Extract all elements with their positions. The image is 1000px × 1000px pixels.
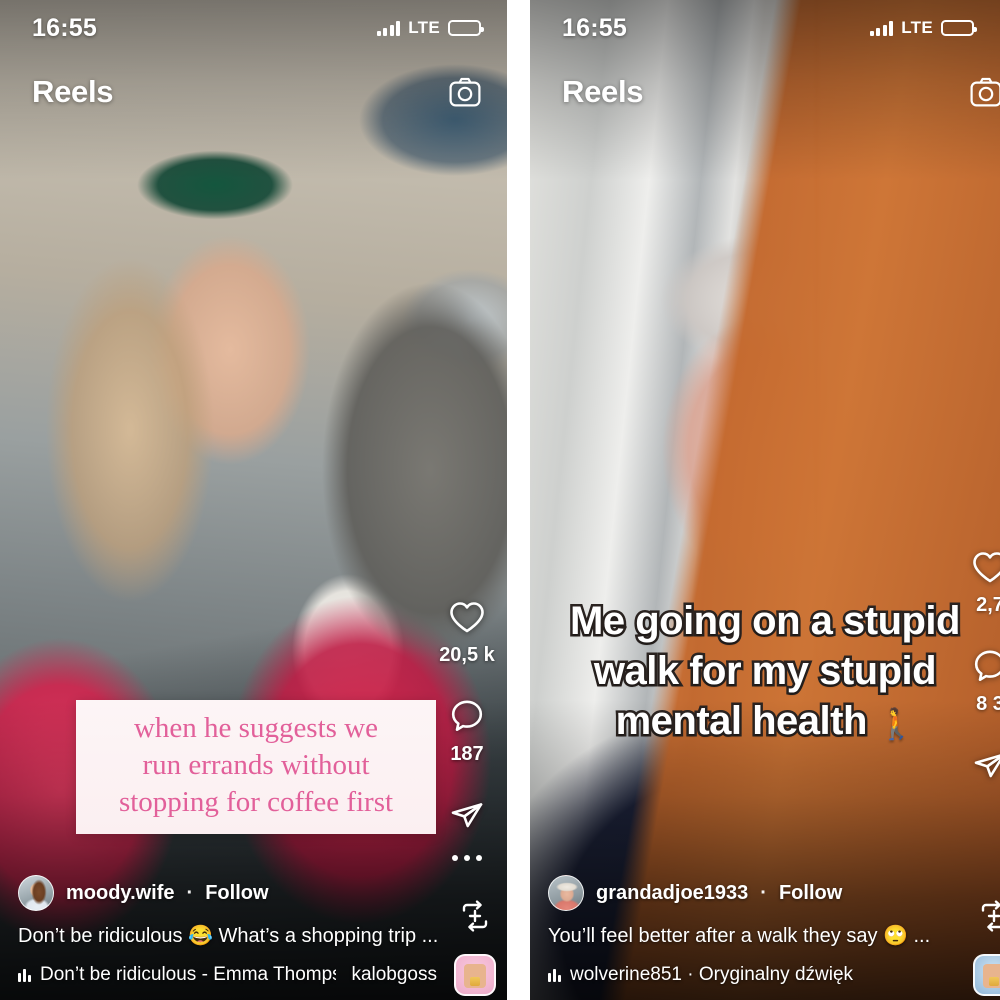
action-rail: 2,7 8 3 bbox=[958, 544, 1000, 788]
battery-icon bbox=[941, 20, 977, 36]
meme-caption: Me going on a stupid walk for my stupid … bbox=[530, 596, 1000, 746]
follow-button[interactable]: Follow bbox=[779, 882, 842, 905]
reel-panel-left[interactable]: 16:55 LTE Reels when he suggests we run … bbox=[0, 0, 507, 1000]
comment-button[interactable]: 187 bbox=[435, 693, 499, 766]
comment-count: 187 bbox=[450, 743, 484, 765]
network-label: LTE bbox=[901, 18, 933, 37]
avatar[interactable] bbox=[18, 875, 54, 911]
comment-icon bbox=[967, 643, 1000, 689]
share-button[interactable] bbox=[435, 792, 499, 838]
audio-bars-icon bbox=[18, 968, 31, 982]
panel-divider bbox=[507, 0, 530, 1000]
username[interactable]: grandadjoe1933 bbox=[596, 882, 748, 905]
separator: · bbox=[760, 881, 767, 904]
like-count: 2,7 bbox=[976, 594, 1000, 616]
like-button[interactable]: 20,5 k bbox=[435, 594, 499, 667]
more-dot bbox=[476, 855, 482, 861]
avatar[interactable] bbox=[548, 875, 584, 911]
audio-row[interactable]: wolverine851 · Oryginalny dźwięk bbox=[548, 964, 948, 986]
signal-bars-icon bbox=[869, 20, 894, 36]
like-count: 20,5 k bbox=[439, 644, 495, 666]
reel-header: Reels bbox=[530, 66, 1000, 118]
comment-button[interactable]: 8 3 bbox=[958, 643, 1000, 716]
screenshot-stage: 16:55 LTE Reels when he suggests we run … bbox=[0, 0, 1000, 1000]
status-indicators: LTE bbox=[869, 18, 977, 38]
status-clock: 16:55 bbox=[32, 13, 97, 42]
sticker-line-1: when he suggests we bbox=[133, 712, 379, 744]
sticker-line-2: run errands without bbox=[142, 749, 370, 782]
meme-line-3-text: mental health bbox=[613, 697, 870, 746]
more-dot bbox=[452, 855, 458, 861]
like-button[interactable]: 2,7 bbox=[958, 544, 1000, 617]
audio-row[interactable]: Don’t be ridiculous - Emma Thompson kalo… bbox=[18, 964, 437, 986]
camera-icon[interactable] bbox=[445, 72, 485, 112]
page-title: Reels bbox=[32, 74, 114, 109]
status-bar: 16:55 LTE bbox=[530, 0, 1000, 56]
walking-person-emoji: 🚶 bbox=[877, 708, 915, 741]
audio-bars-icon bbox=[548, 968, 561, 982]
reel-video-right[interactable] bbox=[530, 0, 1000, 1000]
status-clock: 16:55 bbox=[562, 13, 627, 42]
signal-bars-icon bbox=[376, 20, 401, 36]
network-label: LTE bbox=[408, 18, 440, 37]
reel-panel-right[interactable]: 16:55 LTE Reels Me going on a stupid wal… bbox=[530, 0, 1000, 1000]
user-row[interactable]: grandadjoe1933 · Follow bbox=[548, 871, 948, 915]
username[interactable]: moody.wife bbox=[66, 882, 175, 905]
user-row[interactable]: moody.wife · Follow bbox=[18, 871, 437, 915]
reel-meta: moody.wife · Follow Don’t be ridiculous … bbox=[0, 871, 507, 1000]
page-title: Reels bbox=[562, 74, 644, 109]
audio-title[interactable]: wolverine851 · Oryginalny dźwięk bbox=[570, 964, 853, 986]
status-indicators: LTE bbox=[376, 18, 484, 38]
share-button[interactable] bbox=[958, 742, 1000, 788]
reel-meta: grandadjoe1933 · Follow You’ll feel bett… bbox=[530, 871, 1000, 1000]
comment-count: 8 3 bbox=[976, 693, 1000, 715]
share-paperplane-icon bbox=[444, 792, 490, 838]
share-paperplane-icon bbox=[967, 742, 1000, 788]
action-rail: 20,5 k 187 bbox=[435, 594, 499, 878]
more-dot bbox=[464, 855, 470, 861]
reel-caption[interactable]: You’ll feel better after a walk they say… bbox=[548, 923, 948, 950]
battery-icon bbox=[448, 20, 484, 36]
meme-line-3: mental health 🚶 bbox=[544, 696, 986, 746]
heart-icon bbox=[967, 544, 1000, 590]
follow-button[interactable]: Follow bbox=[205, 882, 268, 905]
caption-sticker: when he suggests we run errands without … bbox=[76, 700, 436, 835]
audio-title[interactable]: Don’t be ridiculous - Emma Thompson bbox=[40, 964, 336, 986]
audio-extra-label[interactable]: kalobgoss bbox=[351, 964, 437, 986]
camera-icon[interactable] bbox=[966, 72, 1000, 112]
reel-caption[interactable]: Don’t be ridiculous 😂 What’s a shopping … bbox=[18, 923, 437, 950]
heart-icon bbox=[444, 594, 490, 640]
separator: · bbox=[186, 881, 194, 904]
meme-line-1: Me going on a stupid bbox=[568, 597, 963, 646]
reel-video-left[interactable] bbox=[0, 0, 507, 1000]
status-bar: 16:55 LTE bbox=[0, 0, 507, 56]
meme-line-2: walk for my stupid bbox=[591, 647, 939, 696]
reel-header: Reels bbox=[0, 66, 507, 118]
comment-icon bbox=[444, 693, 490, 739]
sticker-line-3: stopping for coffee first bbox=[118, 786, 394, 819]
